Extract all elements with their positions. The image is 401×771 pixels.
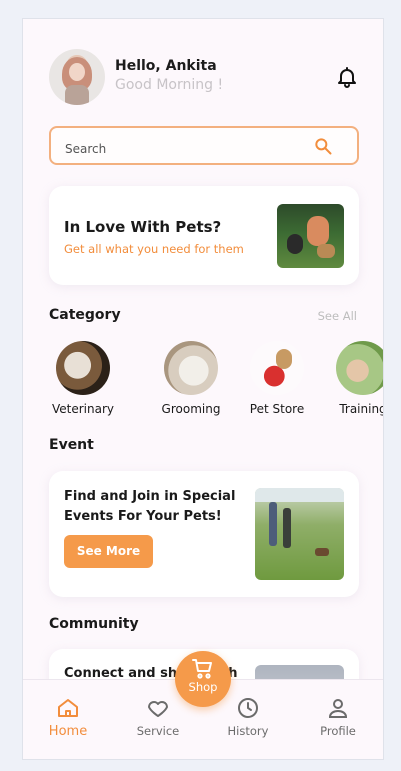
promo-title: In Love With Pets? [64, 218, 222, 236]
promo-subtitle: Get all what you need for them [64, 242, 244, 256]
nav-history-label: History [227, 724, 269, 738]
nav-history[interactable]: History [213, 696, 283, 738]
nav-profile[interactable]: Profile [303, 696, 373, 738]
category-item-training[interactable]: Training [323, 341, 384, 416]
nav-profile-label: Profile [320, 724, 356, 738]
nav-service-label: Service [136, 724, 180, 738]
search-icon[interactable] [313, 136, 333, 156]
grooming-image [164, 341, 218, 395]
pet-store-image [250, 341, 304, 395]
category-label: Training [339, 402, 384, 416]
event-card-title: Find and Join in Special Events For Your… [64, 489, 236, 524]
shop-button[interactable]: Shop [175, 651, 231, 707]
see-all-link[interactable]: See All [318, 309, 357, 323]
bell-icon[interactable] [335, 65, 359, 89]
app-screen: Hello, Ankita Good Morning ! Search In L… [22, 18, 384, 760]
search-input[interactable]: Search [65, 142, 106, 156]
person-icon [328, 699, 348, 718]
see-more-button[interactable]: See More [64, 535, 153, 568]
category-list: Veterinary Grooming Pet Store Training [45, 341, 384, 421]
search-field[interactable]: Search [49, 126, 359, 165]
category-label: Veterinary [51, 402, 114, 416]
promo-card[interactable]: In Love With Pets? Get all what you need… [49, 186, 359, 285]
event-image [255, 488, 344, 580]
greeting-block: Hello, Ankita Good Morning ! [115, 58, 223, 93]
event-card[interactable]: Find and Join in Special Events For Your… [49, 471, 359, 597]
header: Hello, Ankita Good Morning ! [49, 49, 359, 105]
cart-icon [192, 659, 212, 679]
category-item-veterinary[interactable]: Veterinary [45, 341, 123, 416]
nav-service[interactable]: Service [123, 696, 193, 738]
category-title: Category [49, 307, 121, 323]
avatar[interactable] [49, 49, 105, 105]
community-title: Community [49, 616, 139, 632]
nav-home[interactable]: Home [33, 696, 103, 739]
category-label: Grooming [161, 402, 221, 416]
veterinary-image [56, 341, 110, 395]
category-label: Pet Store [249, 402, 305, 416]
shop-label: Shop [188, 680, 218, 694]
promo-image [277, 204, 344, 268]
event-title: Event [49, 437, 94, 453]
home-icon [58, 699, 78, 717]
heart-icon [148, 701, 168, 717]
category-item-pet-store[interactable]: Pet Store [237, 341, 317, 416]
nav-home-label: Home [48, 724, 88, 739]
clock-icon [238, 698, 258, 718]
subgreeting-text: Good Morning ! [115, 77, 224, 93]
training-image [336, 341, 383, 395]
category-item-grooming[interactable]: Grooming [151, 341, 231, 416]
greeting-text: Hello, Ankita [115, 58, 217, 74]
